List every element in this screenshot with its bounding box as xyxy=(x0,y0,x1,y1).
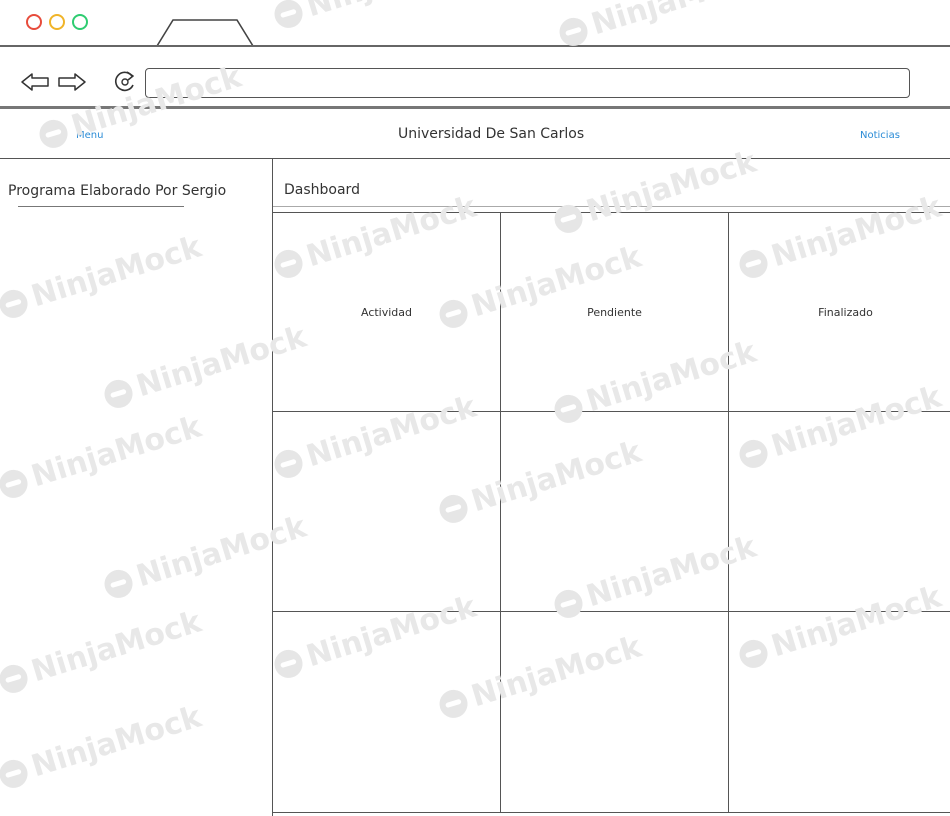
grid-cell[interactable] xyxy=(273,412,501,612)
arrow-left-icon[interactable] xyxy=(20,72,50,92)
dashboard-title: Dashboard xyxy=(284,182,360,198)
reload-icon[interactable] xyxy=(112,68,138,94)
sidebar-title: Programa Elaborado Por Sergio xyxy=(8,183,227,199)
tab-bar-divider xyxy=(0,45,950,47)
dashboard-grid: Actividad Pendiente Finalizado xyxy=(273,212,950,813)
cell-label: Actividad xyxy=(360,305,413,319)
address-bar-input[interactable] xyxy=(145,68,910,98)
news-link[interactable]: Noticias xyxy=(860,130,900,141)
close-window-button[interactable] xyxy=(26,14,42,30)
cell-label: Pendiente xyxy=(587,305,642,319)
grid-cell[interactable] xyxy=(501,612,729,813)
grid-cell-finalizado[interactable]: Finalizado xyxy=(729,213,950,412)
browser-tab[interactable] xyxy=(155,18,255,48)
maximize-window-button[interactable] xyxy=(72,14,88,30)
grid-cell-pendiente[interactable]: Pendiente xyxy=(501,213,729,412)
toolbar-divider xyxy=(0,106,950,109)
sidebar-title-underline xyxy=(18,206,184,207)
minimize-window-button[interactable] xyxy=(49,14,65,30)
grid-cell[interactable] xyxy=(729,412,950,612)
grid-cell[interactable] xyxy=(729,612,950,813)
dashboard-title-underline xyxy=(273,206,950,207)
grid-cell[interactable] xyxy=(501,412,729,612)
menu-link[interactable]: Menu xyxy=(76,130,103,141)
cell-label: Finalizado xyxy=(818,305,873,319)
grid-cell-actividad[interactable]: Actividad xyxy=(273,213,501,412)
page-title: Universidad De San Carlos xyxy=(398,126,585,142)
arrow-right-icon[interactable] xyxy=(57,72,87,92)
grid-cell[interactable] xyxy=(273,612,501,813)
sidebar: Programa Elaborado Por Sergio xyxy=(0,159,273,816)
